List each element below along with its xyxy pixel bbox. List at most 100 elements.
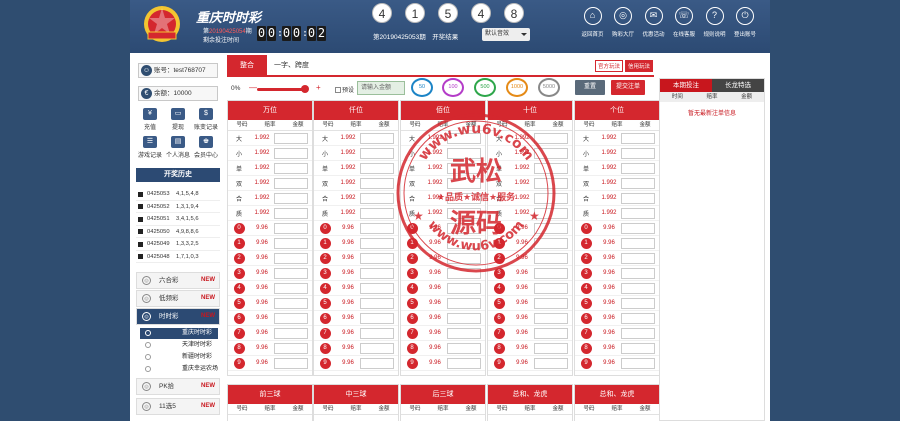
tab-current-bets[interactable]: 本期投注 — [660, 79, 712, 92]
reset-button[interactable]: 重置 — [575, 80, 605, 95]
chip-1000[interactable]: 1000 — [508, 80, 526, 95]
amount-input[interactable] — [447, 357, 481, 369]
bet-row[interactable]: 单 1.992 — [314, 161, 398, 176]
amount-input[interactable] — [534, 132, 568, 144]
amount-input[interactable] — [534, 162, 568, 174]
amount-input[interactable]: 请输入金额 — [357, 81, 405, 95]
amount-input[interactable] — [534, 237, 568, 249]
amount-input[interactable] — [621, 162, 655, 174]
bet-row[interactable]: 6 9.96 — [488, 311, 572, 326]
amount-input[interactable] — [274, 342, 308, 354]
bet-row[interactable]: 8 9.96 — [228, 341, 312, 356]
amount-input[interactable] — [274, 252, 308, 264]
preset-checkbox[interactable]: 预设 — [335, 85, 354, 94]
bet-row[interactable]: 4 9.96 — [575, 281, 659, 296]
bet-row[interactable]: 1 9.96 — [314, 236, 398, 251]
bet-row[interactable]: 0 9.96 — [228, 221, 312, 236]
bet-row[interactable]: 合 1.992 — [488, 191, 572, 206]
bet-row[interactable]: 小 1.992 — [488, 146, 572, 161]
bet-row[interactable]: 0 9.96 — [401, 221, 485, 236]
bet-row[interactable]: 合 1.992 — [314, 191, 398, 206]
amount-input[interactable] — [447, 282, 481, 294]
decrease-button[interactable]: — — [249, 83, 257, 92]
game-item-dipincai[interactable]: ◎ 低频彩 NEW — [136, 290, 220, 307]
bet-row[interactable]: 6 9.96 — [228, 311, 312, 326]
amount-input[interactable] — [274, 237, 308, 249]
amount-input[interactable] — [360, 162, 394, 174]
bet-row[interactable]: 单 1.992 — [575, 161, 659, 176]
amount-input[interactable] — [360, 267, 394, 279]
sound-select[interactable]: 默认音效 — [482, 28, 530, 41]
subgame-chongqing[interactable]: 重庆时时彩 — [140, 328, 218, 339]
amount-input[interactable] — [274, 177, 308, 189]
bet-row[interactable]: 合 1.992 — [575, 191, 659, 206]
chip-500[interactable]: 500 — [476, 80, 494, 95]
amount-input[interactable] — [274, 282, 308, 294]
rebate-slider[interactable] — [257, 85, 309, 93]
amount-input[interactable] — [274, 222, 308, 234]
chip-100[interactable]: 100 — [444, 80, 462, 95]
amount-input[interactable] — [621, 132, 655, 144]
amount-input[interactable] — [447, 252, 481, 264]
increase-button[interactable]: + — [316, 83, 321, 92]
amount-input[interactable] — [360, 192, 394, 204]
amount-input[interactable] — [447, 237, 481, 249]
amount-input[interactable] — [360, 312, 394, 324]
bet-row[interactable]: 9 9.96 — [228, 356, 312, 371]
bet-row[interactable]: 1 9.96 — [228, 236, 312, 251]
nav-logout[interactable]: ⏻ 登出账号 — [731, 7, 760, 38]
nav-home[interactable]: ⌂ 返回首页 — [578, 7, 607, 38]
bet-row[interactable]: 小 1.992 — [575, 146, 659, 161]
bet-row[interactable]: 8 9.96 — [488, 341, 572, 356]
bet-row[interactable]: 合 1.992 — [228, 191, 312, 206]
bet-row[interactable]: 4 9.96 — [314, 281, 398, 296]
bet-row[interactable]: 大 1.992 — [575, 131, 659, 146]
bet-row[interactable]: 0 9.96 — [575, 221, 659, 236]
bet-row[interactable]: 9 9.96 — [575, 356, 659, 371]
amount-input[interactable] — [447, 312, 481, 324]
submit-bet-button[interactable]: 提交注单 — [611, 80, 645, 95]
amount-input[interactable] — [274, 192, 308, 204]
amount-input[interactable] — [621, 237, 655, 249]
amount-input[interactable] — [534, 327, 568, 339]
subgame-chongqing-farm[interactable]: 重庆幸运农场 — [140, 364, 218, 375]
amount-input[interactable] — [447, 147, 481, 159]
bet-row[interactable]: 7 9.96 — [228, 326, 312, 341]
amount-input[interactable] — [447, 222, 481, 234]
bet-row[interactable]: 8 9.96 — [314, 341, 398, 356]
amount-input[interactable] — [621, 297, 655, 309]
bet-row[interactable]: 小 1.992 — [401, 146, 485, 161]
amount-input[interactable] — [534, 357, 568, 369]
bet-row[interactable]: 7 9.96 — [401, 326, 485, 341]
amount-input[interactable] — [621, 282, 655, 294]
amount-input[interactable] — [274, 312, 308, 324]
amount-input[interactable] — [534, 222, 568, 234]
bet-row[interactable]: 0 9.96 — [488, 221, 572, 236]
amount-input[interactable] — [360, 222, 394, 234]
amount-input[interactable] — [360, 327, 394, 339]
amount-input[interactable] — [360, 282, 394, 294]
tab-single-span[interactable]: 一字、跨度 — [274, 55, 309, 77]
bet-row[interactable]: 6 9.96 — [314, 311, 398, 326]
bet-row[interactable]: 大 1.992 — [228, 131, 312, 146]
amount-input[interactable] — [447, 342, 481, 354]
lottery-logo[interactable] — [140, 4, 184, 44]
amount-input[interactable] — [534, 342, 568, 354]
bet-row[interactable]: 小 1.992 — [314, 146, 398, 161]
bet-row[interactable]: 4 9.96 — [401, 281, 485, 296]
amount-input[interactable] — [534, 297, 568, 309]
bet-row[interactable]: 质 1.992 — [488, 206, 572, 221]
amount-input[interactable] — [621, 357, 655, 369]
game-records-button[interactable]: ☰ 游戏记录 — [136, 136, 164, 159]
bet-row[interactable]: 大 1.992 — [401, 131, 485, 146]
bet-row[interactable]: 2 9.96 — [575, 251, 659, 266]
bet-row[interactable]: 4 9.96 — [228, 281, 312, 296]
bet-row[interactable]: 大 1.992 — [488, 131, 572, 146]
bet-row[interactable]: 8 9.96 — [401, 341, 485, 356]
bet-row[interactable]: 7 9.96 — [575, 326, 659, 341]
withdraw-button[interactable]: ▭ 提现 — [164, 108, 192, 131]
bet-row[interactable]: 单 1.992 — [401, 161, 485, 176]
bet-row[interactable]: 8 9.96 — [575, 341, 659, 356]
nav-promotions[interactable]: ✉ 优惠活动 — [639, 7, 668, 38]
subgame-tianjin[interactable]: 天津时时彩 — [140, 340, 218, 351]
